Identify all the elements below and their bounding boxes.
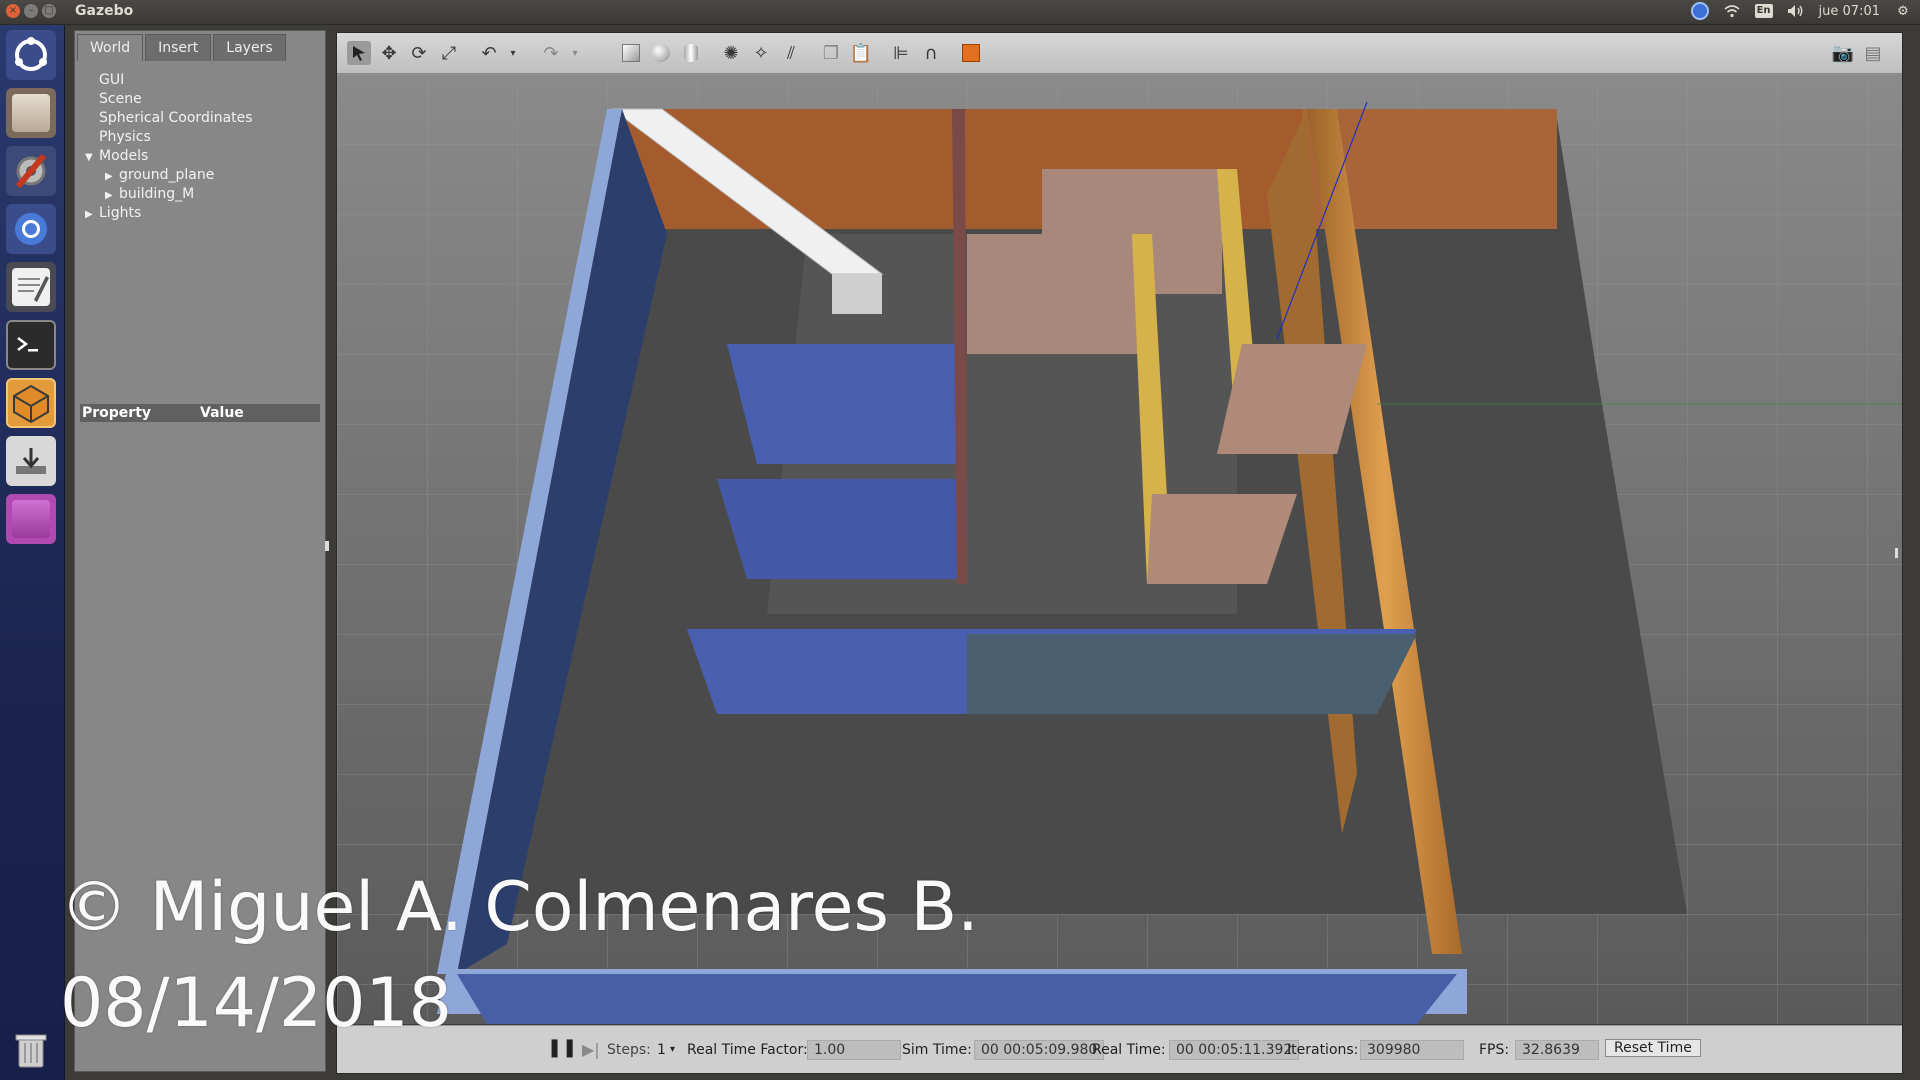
redo-history-icon[interactable]: ▾ [563, 41, 587, 65]
cylinder-shape-icon[interactable] [679, 41, 703, 65]
log-icon[interactable]: ▤ [1861, 41, 1885, 65]
system-tray: En jue 07:01 ⚙ [1690, 2, 1912, 20]
gazebo-app-icon[interactable] [6, 378, 56, 428]
tree-item[interactable]: Physics [85, 128, 253, 147]
property-column-header[interactable]: Property [82, 404, 151, 422]
wifi-icon[interactable] [1723, 2, 1741, 20]
view-angle-icon[interactable] [959, 41, 983, 65]
property-table-header: Property Value [80, 404, 320, 422]
tree-item[interactable]: ▶ Lights [85, 204, 253, 223]
collapse-arrow-icon[interactable]: ▶ [105, 167, 119, 186]
clock[interactable]: jue 07:01 [1819, 4, 1880, 19]
tree-item-label: Spherical Coordinates [99, 110, 253, 126]
panel-tabs: World Insert Layers [77, 34, 286, 61]
tab-layers[interactable]: Layers [213, 34, 286, 61]
launcher [0, 25, 65, 1080]
scale-mode-icon[interactable]: ⤢ [437, 41, 461, 65]
settings-gear-icon[interactable]: ⚙ [1894, 2, 1912, 20]
copyright-watermark: © Miguel A. Colmenares B. 08/14/2018 [60, 860, 979, 1052]
chrome-indicator-icon[interactable] [1690, 2, 1709, 20]
tree-item[interactable]: ▼ Models [85, 147, 253, 166]
tree-item-label: Lights [99, 205, 142, 221]
fps-value: 32.8639 [1515, 1040, 1599, 1060]
collapse-arrow-icon[interactable]: ▶ [105, 186, 119, 205]
world-tree: GUI Scene Spherical Coordinates Physics ▼ Mod… [85, 71, 253, 223]
sim-time-value: 00 00:05:09.980 [974, 1040, 1105, 1060]
app-title: Gazebo [75, 3, 134, 19]
paste-icon[interactable]: 📋 [849, 41, 873, 65]
close-window-button[interactable]: × [6, 4, 20, 18]
screenshot-icon[interactable]: 📷 [1831, 41, 1855, 65]
real-time-label: Real Time: [1092, 1042, 1166, 1058]
copy-icon[interactable]: ❐ [819, 41, 843, 65]
value-column-header[interactable]: Value [200, 404, 244, 422]
tree-item[interactable]: Spherical Coordinates [85, 109, 253, 128]
minimize-window-button[interactable]: – [24, 4, 38, 18]
tree-item[interactable]: Scene [85, 90, 253, 109]
spot-light-icon[interactable]: ✧ [749, 41, 773, 65]
real-time-value: 00 00:05:11.392 [1169, 1040, 1300, 1060]
tree-item-label: Scene [99, 91, 142, 107]
undo-history-icon[interactable]: ▾ [501, 41, 525, 65]
fps-label: FPS: [1479, 1042, 1510, 1058]
top-panel: × – □ Gazebo En jue 07:01 ⚙ [0, 0, 1920, 25]
tree-item-label: Physics [99, 129, 151, 145]
beige-wall-b [1042, 169, 1222, 294]
window-controls: × – □ [6, 4, 56, 18]
iterations-value: 309980 [1360, 1040, 1464, 1060]
maximize-window-button[interactable]: □ [42, 4, 56, 18]
keyboard-language-icon[interactable]: En [1754, 2, 1773, 20]
tree-item[interactable]: GUI [85, 71, 253, 90]
tab-world[interactable]: World [77, 34, 144, 61]
text-editor-icon[interactable] [6, 262, 56, 312]
watermark-line-1: © Miguel A. Colmenares B. [60, 868, 979, 947]
terminal-icon[interactable] [6, 320, 56, 370]
files-app-icon[interactable] [6, 88, 56, 138]
expand-arrow-icon[interactable]: ▼ [85, 148, 99, 167]
select-mode-icon[interactable] [347, 41, 371, 65]
redo-icon[interactable]: ↷ [539, 41, 563, 65]
chromium-browser-icon[interactable] [6, 204, 56, 254]
software-installer-icon[interactable] [6, 436, 56, 486]
tree-item-label: Models [99, 148, 149, 164]
inner-wall-b [717, 479, 967, 579]
point-light-icon[interactable]: ✺ [719, 41, 743, 65]
directional-light-icon[interactable]: ⫽ [779, 41, 803, 65]
undo-icon[interactable]: ↶ [477, 41, 501, 65]
inner-wall-a [727, 344, 957, 464]
tree-item[interactable]: ▶ ground_plane [85, 166, 253, 185]
tree-item-label: GUI [99, 72, 125, 88]
dash-home-icon[interactable] [6, 30, 56, 80]
tree-item-label: building_M [119, 186, 195, 202]
iterations-label: Iterations: [1287, 1042, 1359, 1058]
snap-icon[interactable]: ∩ [919, 41, 943, 65]
align-icon[interactable]: ⊫ [889, 41, 913, 65]
panel-splitter-handle[interactable] [325, 541, 329, 551]
sphere-shape-icon[interactable] [649, 41, 673, 65]
reset-time-button[interactable]: Reset Time [1605, 1038, 1701, 1058]
inner-wall-c-shadow [967, 634, 1417, 714]
workspace-switcher-icon[interactable] [6, 494, 56, 544]
volume-icon[interactable] [1787, 2, 1805, 20]
translate-mode-icon[interactable]: ✥ [377, 41, 401, 65]
tree-item[interactable]: ▶ building_M [85, 185, 253, 204]
box-shape-icon[interactable] [619, 41, 643, 65]
trash-icon[interactable] [6, 1023, 56, 1073]
system-settings-icon[interactable] [6, 146, 56, 196]
watermark-line-2: 08/14/2018 [60, 964, 452, 1043]
right-panel-handle[interactable] [1895, 548, 1898, 558]
scene-toolbar: ✥ ⟳ ⤢ ↶ ▾ ↷ ▾ ✺ ✧ ⫽ ❐ 📋 ⊫ ∩ 📷 ▤ [337, 33, 1902, 74]
tab-insert[interactable]: Insert [145, 34, 212, 61]
collapse-arrow-icon[interactable]: ▶ [85, 205, 99, 224]
rotate-mode-icon[interactable]: ⟳ [407, 41, 431, 65]
tree-item-label: ground_plane [119, 167, 215, 183]
